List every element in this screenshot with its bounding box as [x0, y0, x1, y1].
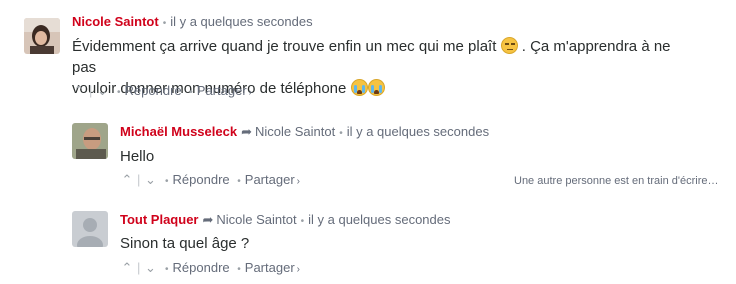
- reply-arrow-icon: ➦: [202, 212, 214, 227]
- avatar[interactable]: [72, 123, 108, 159]
- separator-dot: •: [165, 176, 169, 187]
- comment-actions: ⌃ | ⌄ • Répondre • Partager ›: [120, 260, 300, 278]
- vote-separator: |: [89, 83, 93, 98]
- reply-to-name[interactable]: Nicole Saintot: [255, 124, 335, 139]
- user-photo-icon: [24, 18, 60, 54]
- downvote-icon[interactable]: ⌄: [143, 260, 157, 276]
- separator-dot: •: [165, 264, 169, 275]
- share-button[interactable]: Partager: [197, 83, 247, 98]
- vote-separator: |: [137, 260, 141, 275]
- reply-to-name[interactable]: Nicole Saintot: [216, 212, 296, 227]
- default-user-icon: [72, 211, 108, 247]
- user-photo-icon: [72, 123, 108, 159]
- comment-body: Sinon ta quel âge ?: [120, 235, 250, 252]
- share-chevron-icon[interactable]: ›: [297, 264, 300, 275]
- separator-dot: •: [339, 128, 343, 139]
- avatar[interactable]: [72, 211, 108, 247]
- reply-button[interactable]: Répondre: [125, 83, 182, 98]
- downvote-icon[interactable]: ⌄: [95, 83, 109, 99]
- crying-face-icon: [350, 79, 368, 96]
- comment-actions: ⌃ | ⌄ • Répondre • Partager ›: [120, 172, 300, 190]
- timestamp[interactable]: il y a quelques secondes: [347, 124, 489, 139]
- avatar[interactable]: [24, 18, 60, 54]
- timestamp[interactable]: il y a quelques secondes: [308, 212, 450, 227]
- separator-dot: •: [237, 176, 241, 187]
- share-chevron-icon[interactable]: ›: [249, 87, 252, 98]
- author-name[interactable]: Michaël Musseleck: [120, 124, 237, 139]
- upvote-icon[interactable]: ⌃: [120, 172, 134, 188]
- typing-indicator: Une autre personne est en train d'écrire…: [514, 175, 719, 187]
- downvote-icon[interactable]: ⌄: [143, 172, 157, 188]
- share-button[interactable]: Partager: [245, 260, 295, 275]
- share-button[interactable]: Partager: [245, 172, 295, 187]
- reply-button[interactable]: Répondre: [173, 260, 230, 275]
- share-chevron-icon[interactable]: ›: [297, 176, 300, 187]
- separator-dot: •: [300, 216, 305, 227]
- timestamp[interactable]: il y a quelques secondes: [170, 14, 312, 29]
- author-name[interactable]: Tout Plaquer: [120, 212, 198, 227]
- reply-arrow-icon: ➦: [241, 124, 252, 139]
- upvote-icon[interactable]: ⌃: [120, 260, 134, 276]
- vote-separator: |: [137, 172, 141, 187]
- unamused-face-icon: [500, 37, 518, 54]
- comment-text: Évidemment ça arrive quand je trouve enf…: [72, 38, 497, 55]
- crying-face-icon: [367, 79, 385, 96]
- separator-dot: •: [162, 18, 167, 29]
- reply-button[interactable]: Répondre: [173, 172, 230, 187]
- separator-dot: •: [189, 87, 193, 98]
- separator-dot: •: [117, 87, 121, 98]
- comment-actions: ⌃ | ⌄ • Répondre • Partager ›: [72, 83, 252, 101]
- separator-dot: •: [237, 264, 241, 275]
- comment-body: Hello: [120, 148, 155, 165]
- upvote-icon[interactable]: ⌃: [72, 83, 86, 99]
- author-name[interactable]: Nicole Saintot: [72, 14, 159, 29]
